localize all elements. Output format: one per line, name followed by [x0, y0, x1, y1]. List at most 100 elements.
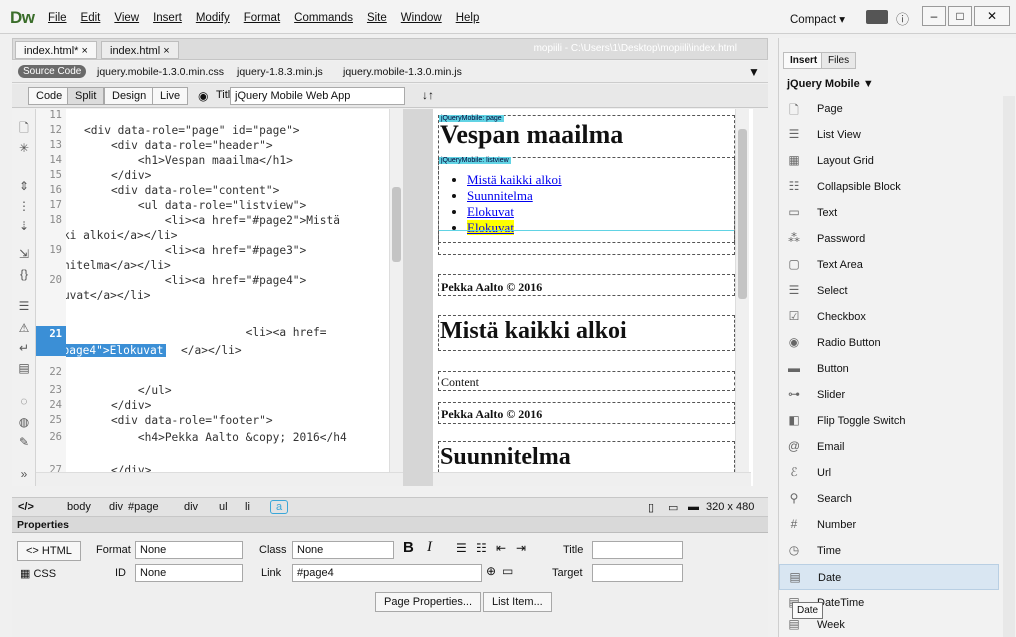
- format-select[interactable]: None: [135, 541, 243, 559]
- menu-view[interactable]: View: [114, 12, 139, 24]
- insert-password[interactable]: ⁂ Password: [779, 226, 999, 252]
- close-icon[interactable]: ×: [163, 45, 169, 57]
- info-icon[interactable]: ⓘ: [896, 9, 909, 28]
- collapse-selection-icon[interactable]: ⋮: [16, 199, 32, 215]
- sort-icon[interactable]: ↓↑: [422, 88, 434, 102]
- bold-button[interactable]: B: [403, 539, 414, 556]
- list-item-button[interactable]: List Item...: [483, 592, 552, 612]
- crumb-a[interactable]: a: [270, 500, 289, 514]
- close-icon[interactable]: ×: [81, 45, 87, 57]
- filter-icon[interactable]: ▼: [748, 65, 760, 79]
- insert-text-area[interactable]: ▢ Text Area: [779, 252, 999, 278]
- insert-flip-toggle[interactable]: ◧ Flip Toggle Switch: [779, 408, 999, 434]
- related-file[interactable]: jquery.mobile-1.3.0.min.css: [97, 66, 224, 78]
- class-select[interactable]: None: [292, 541, 394, 559]
- point-to-file-icon[interactable]: ⊕: [486, 564, 496, 578]
- list-link[interactable]: Elokuvat: [467, 204, 514, 219]
- open-documents-icon[interactable]: 🗋: [16, 119, 32, 135]
- category-select[interactable]: jQuery Mobile ▼: [787, 78, 874, 90]
- menu-edit[interactable]: Edit: [81, 12, 101, 24]
- target-select[interactable]: [592, 564, 683, 582]
- source-code-button[interactable]: Source Code: [18, 65, 87, 78]
- sync-icon[interactable]: [866, 10, 888, 24]
- insert-url[interactable]: ℰ Url: [779, 460, 999, 486]
- menu-file[interactable]: File: [48, 12, 67, 24]
- menu-format[interactable]: Format: [244, 12, 280, 24]
- title-field[interactable]: jQuery Mobile Web App: [230, 87, 405, 105]
- phone-icon[interactable]: ▯: [648, 501, 654, 514]
- crumb-div[interactable]: div: [184, 501, 198, 513]
- list-link[interactable]: Suunnitelma: [467, 188, 533, 203]
- split-view-button[interactable]: Split: [67, 87, 105, 105]
- insert-search[interactable]: ⚲ Search: [779, 486, 999, 512]
- footer-box[interactable]: Pekka Aalto © 2016: [438, 274, 735, 296]
- highlight-invalid-icon[interactable]: ⚠: [16, 321, 32, 337]
- insert-button[interactable]: ▬ Button: [779, 356, 999, 382]
- related-file[interactable]: jquery.mobile-1.3.0.min.js: [343, 66, 462, 78]
- insert-slider[interactable]: ⊶ Slider: [779, 382, 999, 408]
- menu-insert[interactable]: Insert: [153, 12, 182, 24]
- insert-select[interactable]: ☰ Select: [779, 278, 999, 304]
- desktop-icon[interactable]: ▬: [688, 501, 699, 513]
- balance-braces-icon[interactable]: {}: [16, 267, 32, 283]
- list-link[interactable]: Mistä kaikki alkoi: [467, 172, 562, 187]
- design-view[interactable]: jQueryMobile: page Vespan maailma jQuery…: [433, 109, 753, 486]
- tab-files[interactable]: Files: [821, 52, 857, 69]
- insert-collapsible[interactable]: ☷ Collapsible Block: [779, 174, 999, 200]
- code-scrollbar[interactable]: [389, 109, 403, 486]
- code-view-button[interactable]: Code: [28, 87, 71, 105]
- design-scrollbar[interactable]: [735, 109, 749, 486]
- insert-email[interactable]: @ Email: [779, 434, 999, 460]
- more-tools-icon[interactable]: »: [16, 467, 32, 483]
- code-icon[interactable]: </>: [18, 501, 34, 513]
- word-wrap-icon[interactable]: ↵: [16, 341, 32, 357]
- crumb-ul[interactable]: ul: [219, 501, 228, 513]
- page2-header-box[interactable]: Mistä kaikki alkoi: [438, 315, 735, 351]
- menu-site[interactable]: Site: [367, 12, 387, 24]
- crumb-div[interactable]: div: [109, 501, 123, 513]
- insert-text[interactable]: ▭ Text: [779, 200, 999, 226]
- code-editor[interactable]: <div data-role="page" id="page"> <div da…: [66, 109, 389, 486]
- related-file[interactable]: jquery-1.8.3.min.js: [237, 66, 323, 78]
- insert-number[interactable]: # Number: [779, 512, 999, 538]
- page-properties-button[interactable]: Page Properties...: [375, 592, 482, 612]
- title-field[interactable]: [592, 541, 683, 559]
- maximize-button[interactable]: □: [948, 6, 972, 26]
- outdent-icon[interactable]: ⇤: [496, 541, 506, 555]
- content-box[interactable]: Content: [438, 371, 735, 391]
- menu-window[interactable]: Window: [401, 12, 442, 24]
- id-select[interactable]: None: [135, 564, 243, 582]
- menu-commands[interactable]: Commands: [294, 12, 353, 24]
- menu-help[interactable]: Help: [456, 12, 480, 24]
- syntax-icon[interactable]: ▤: [16, 361, 32, 377]
- tab-insert[interactable]: Insert: [783, 52, 825, 69]
- remove-comment-icon[interactable]: ◍: [16, 415, 32, 431]
- unordered-list-icon[interactable]: ☰: [456, 541, 467, 555]
- scroll-thumb[interactable]: [738, 129, 747, 299]
- html-mode-button[interactable]: <> HTML: [17, 541, 81, 561]
- tablet-icon[interactable]: ▭: [668, 501, 678, 514]
- insert-page[interactable]: 🗋 Page: [779, 96, 999, 122]
- design-view-button[interactable]: Design: [104, 87, 155, 105]
- jqm-listview-box[interactable]: jQueryMobile: listview Mistä kaikki alko…: [438, 157, 735, 243]
- snippet-icon[interactable]: ✳: [16, 141, 32, 157]
- list-link-selected[interactable]: Elokuvat: [467, 220, 514, 235]
- comment-icon[interactable]: ◌: [16, 394, 32, 410]
- close-button[interactable]: ✕: [974, 6, 1010, 26]
- crumb-body[interactable]: body: [67, 501, 91, 513]
- link-field[interactable]: #page4: [292, 564, 482, 582]
- browser-preview-icon[interactable]: ◉: [198, 89, 208, 103]
- tab-index[interactable]: index.html ×: [101, 41, 179, 59]
- indent-icon[interactable]: ⇥: [516, 541, 526, 555]
- crumb-li[interactable]: li: [245, 501, 250, 513]
- scroll-thumb[interactable]: [392, 187, 401, 262]
- live-view-button[interactable]: Live: [152, 87, 189, 105]
- select-parent-icon[interactable]: ⇲: [16, 247, 32, 263]
- tab-index-modified[interactable]: index.html* ×: [15, 41, 97, 59]
- menu-modify[interactable]: Modify: [196, 12, 230, 24]
- insert-radio-button[interactable]: ◉ Radio Button: [779, 330, 999, 356]
- css-mode-button[interactable]: ▦ CSS: [20, 567, 56, 580]
- italic-button[interactable]: I: [427, 539, 432, 556]
- insert-scrollbar[interactable]: [1003, 96, 1015, 637]
- ordered-list-icon[interactable]: ☷: [476, 541, 487, 555]
